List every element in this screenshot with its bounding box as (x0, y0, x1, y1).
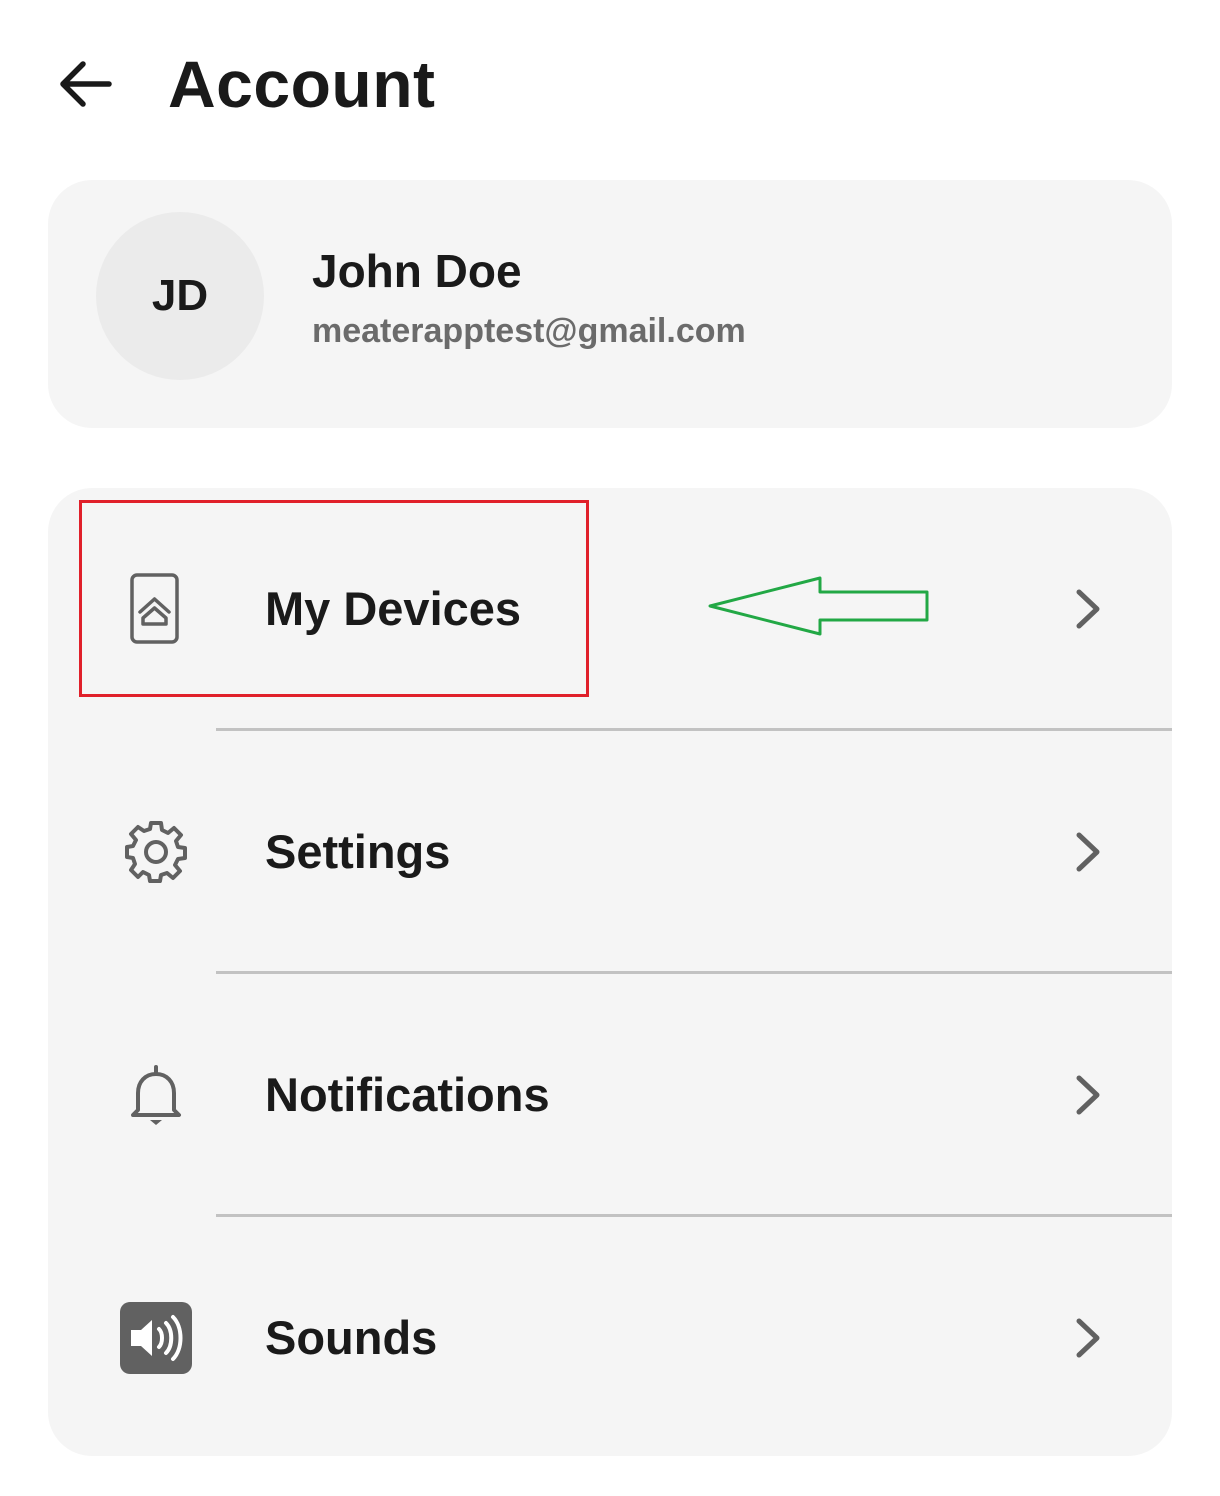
chevron-right-icon (1068, 1070, 1108, 1120)
profile-name: John Doe (312, 245, 522, 297)
menu-item-label: Settings (265, 825, 451, 878)
device-home-icon (118, 571, 194, 647)
menu-item-sounds[interactable]: Sounds (48, 1217, 1172, 1456)
app-header: Account (0, 0, 1220, 170)
avatar: JD (96, 212, 264, 380)
profile-card[interactable]: JD John Doe meaterapptest@gmail.com (48, 180, 1172, 428)
chevron-right-icon (1068, 584, 1108, 634)
menu-item-notifications[interactable]: Notifications (48, 974, 1172, 1216)
menu-item-label: My Devices (265, 582, 522, 635)
back-button[interactable] (50, 52, 120, 116)
menu-item-settings[interactable]: Settings (48, 731, 1172, 973)
menu-item-label: Notifications (265, 1068, 550, 1121)
gear-icon (118, 814, 194, 890)
bell-icon (118, 1057, 194, 1133)
speaker-icon (118, 1300, 194, 1376)
menu-item-label: Sounds (265, 1311, 438, 1364)
account-menu: My Devices Settings Notifications Sounds (48, 488, 1172, 1456)
page-title: Account (168, 47, 436, 121)
profile-email: meaterapptest@gmail.com (312, 312, 746, 350)
chevron-right-icon (1068, 1313, 1108, 1363)
arrow-left-icon (60, 61, 112, 107)
avatar-initials: JD (151, 271, 209, 320)
menu-item-my-devices[interactable]: My Devices (48, 488, 1172, 730)
chevron-right-icon (1068, 827, 1108, 877)
